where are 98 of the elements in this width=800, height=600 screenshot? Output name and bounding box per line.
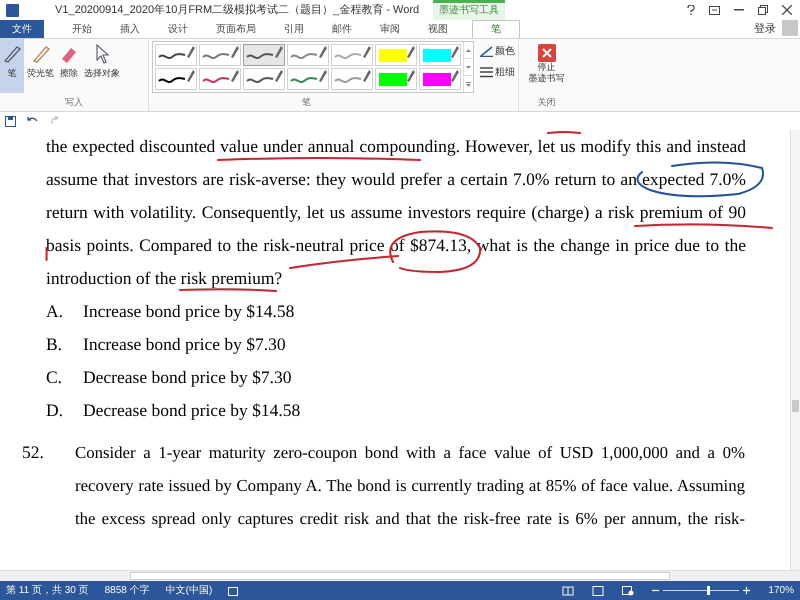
question-line: recovery rate issued by Company A. The bond is currently trading at 85% of face value. Assuming <box>75 475 745 497</box>
gallery-down-arrow[interactable] <box>466 66 471 68</box>
vertical-scrollbar[interactable] <box>790 130 800 570</box>
group-label: 写入 <box>65 96 83 108</box>
zoom-in-icon[interactable] <box>743 587 750 594</box>
stop-inking-button[interactable]: 停止 墨迹书写 <box>528 39 564 84</box>
pen-style-swatch[interactable] <box>375 68 417 90</box>
pen-tip-icon <box>451 70 459 82</box>
page-count[interactable]: 第 11 页，共 30 页 <box>6 583 89 598</box>
pen-style-swatch[interactable] <box>287 44 329 66</box>
option-text: Increase bond price by $14.58 <box>83 300 294 322</box>
language-indicator[interactable]: 中文(中国) <box>166 583 212 598</box>
pen-style-swatch[interactable] <box>243 68 285 90</box>
paragraph-line: the expected discounted value under annual compounding. However, let us modify this and instead <box>46 135 746 157</box>
ink-tool-button[interactable]: 擦除 <box>57 39 81 93</box>
minimize-icon[interactable] <box>734 9 744 11</box>
ribbon-tab[interactable]: 审阅 <box>366 20 414 38</box>
window-title: V1_20200914_2020年10月FRM二级模拟考试二（题目）_金程教育 - Word <box>55 2 420 18</box>
zoom-slider-thumb[interactable] <box>707 586 710 595</box>
pen-style-swatch[interactable] <box>199 68 241 90</box>
help-icon[interactable] <box>687 5 695 15</box>
cursor-icon <box>95 44 109 64</box>
option-letter: B. <box>46 333 64 355</box>
question-line: the excess spread only captures credit risk and that the risk-free rate is 6% per annum, the risk- <box>75 508 745 530</box>
pen-style-swatch[interactable] <box>287 68 329 90</box>
pen-style-swatch[interactable] <box>199 44 241 66</box>
horizontal-scrollbar[interactable] <box>0 570 800 581</box>
gallery-more-arrow[interactable] <box>466 82 471 86</box>
pen-tip-icon <box>319 70 327 82</box>
pen-color-icon[interactable] <box>480 46 493 57</box>
ribbon-tab[interactable]: 页面布局 <box>202 20 270 38</box>
pen-tip-icon <box>407 70 415 82</box>
ink-stroke <box>546 130 582 135</box>
pen-style-swatch[interactable] <box>375 44 417 66</box>
highlighter-icon <box>32 44 50 64</box>
save-icon[interactable] <box>5 116 16 126</box>
thickness-dropdown[interactable]: 粗细 <box>495 65 515 80</box>
pen-tip-icon <box>231 46 239 58</box>
option-letter: A. <box>46 300 64 322</box>
ribbon-tab[interactable]: 邮件 <box>318 20 366 38</box>
pen-style-swatch[interactable] <box>331 44 373 66</box>
close-icon[interactable] <box>782 5 792 15</box>
pen-tip-icon <box>275 70 283 82</box>
pen-style-swatch[interactable] <box>419 68 461 90</box>
macro-icon[interactable] <box>228 586 238 596</box>
zoom-out-icon[interactable] <box>652 587 660 594</box>
ribbon-tab[interactable]: 引用 <box>270 20 318 38</box>
pen-tip-icon <box>231 70 239 82</box>
question-line: Consider a 1-year maturity zero-coupon bond with a face value of USD 1,000,000 and a 0% <box>75 442 745 464</box>
pen-style-swatch[interactable] <box>419 44 461 66</box>
option-letter: C. <box>46 366 64 388</box>
option-text: Increase bond price by $7.30 <box>83 333 286 355</box>
pen-style-swatch[interactable] <box>155 44 197 66</box>
ribbon-tab[interactable]: 设计 <box>154 20 202 38</box>
word-count[interactable]: 8858 个字 <box>104 583 150 598</box>
pen-style-swatch[interactable] <box>243 44 285 66</box>
close-icon <box>538 44 556 62</box>
ribbon-tab[interactable]: 视图 <box>414 20 462 38</box>
gallery-up-arrow[interactable] <box>466 48 471 52</box>
group-label: 关闭 <box>538 96 556 108</box>
ink-tool-button[interactable]: 笔 <box>0 39 24 93</box>
ribbon-tab[interactable]: 开始 <box>58 20 106 38</box>
restore-icon[interactable] <box>758 5 768 15</box>
sign-in-link[interactable]: 登录 <box>754 20 776 38</box>
pen-tip-icon <box>319 46 327 58</box>
ribbon-display-icon[interactable] <box>709 6 720 14</box>
context-tab-label: 墨迹书写工具 <box>433 0 506 20</box>
pen-style-swatch[interactable] <box>331 68 373 90</box>
ribbon-tab[interactable]: 插入 <box>106 20 154 38</box>
zoom-level[interactable]: 170% <box>768 583 794 598</box>
word-logo-icon <box>6 4 19 16</box>
pen-tip-icon <box>363 46 371 58</box>
group-label: 笔 <box>302 96 312 108</box>
web-layout-icon[interactable] <box>622 586 634 596</box>
paragraph-line: return with volatility. Consequently, let us assume investors require (charge) a risk premium of 90 <box>46 201 746 223</box>
pen-tip-icon <box>451 46 459 58</box>
option-letter: D. <box>46 399 64 421</box>
pen-tip-icon <box>187 46 195 58</box>
zoom-slider[interactable] <box>663 586 740 595</box>
paragraph-line: introduction of the risk premium? <box>46 267 282 289</box>
pen-tip-icon <box>187 70 195 82</box>
pen-tip-icon <box>275 46 283 58</box>
read-mode-icon[interactable] <box>562 586 574 596</box>
pen-style-swatch[interactable] <box>155 68 197 90</box>
ribbon-tab[interactable]: 文件 <box>0 20 44 38</box>
option-text: Decrease bond price by $7.30 <box>83 366 292 388</box>
pen-icon <box>3 44 21 64</box>
pen-tip-icon <box>407 46 415 58</box>
paragraph-line: assume that investors are risk-averse: they would prefer a certain 7.0% return to an expected 7.0% <box>46 168 746 190</box>
pen-tip-icon <box>363 70 371 82</box>
option-text: Decrease bond price by $14.58 <box>83 399 300 421</box>
print-layout-icon[interactable] <box>592 586 604 596</box>
ink-tool-button[interactable]: 选择对象 <box>81 39 123 93</box>
line-weight-icon[interactable] <box>480 67 493 78</box>
ribbon-tab[interactable]: 笔 <box>472 20 520 38</box>
ink-tool-button[interactable]: 荧光笔 <box>24 39 57 93</box>
color-dropdown[interactable]: 颜色 <box>495 44 515 59</box>
question-number: 52. <box>22 441 45 464</box>
